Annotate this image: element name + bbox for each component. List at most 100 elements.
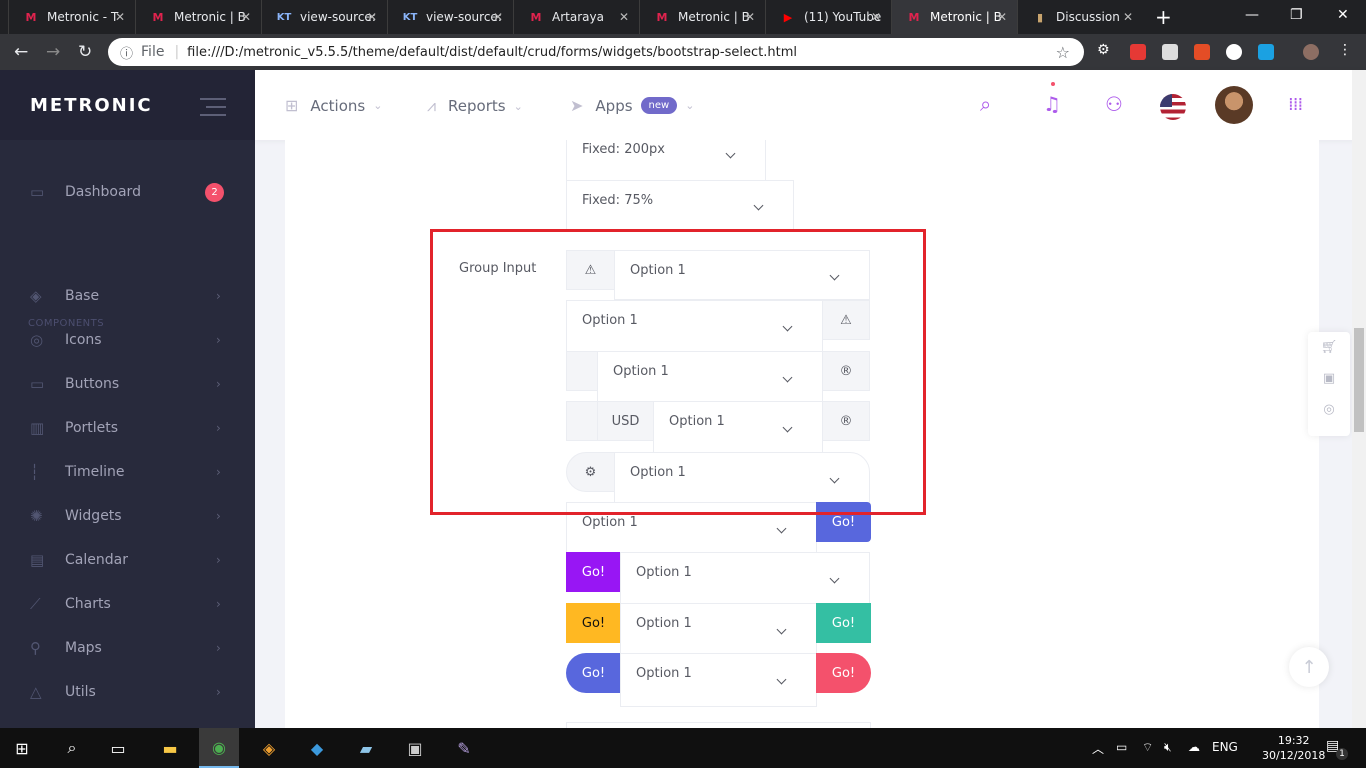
battery-icon[interactable]: ▭ (1116, 740, 1127, 754)
browser-tab[interactable]: KT view-source: ✕ (387, 0, 513, 34)
mute-icon[interactable]: 🔇︎ (1164, 740, 1172, 755)
wifi-icon[interactable]: ⌔ (1142, 740, 1153, 755)
select-fixed-75[interactable]: Fixed: 75% (566, 180, 794, 230)
back-icon[interactable]: ← (14, 42, 28, 62)
puzzle-extension-icon[interactable] (1226, 44, 1242, 60)
close-icon[interactable]: ✕ (115, 10, 125, 24)
mail-extension-icon[interactable] (1162, 44, 1178, 60)
html5-extension-icon[interactable] (1194, 44, 1210, 60)
share-nodes-icon[interactable]: ⚇ (1105, 92, 1123, 116)
lifebuoy-icon[interactable]: ◎ (1308, 394, 1350, 425)
sidebar-item-base[interactable]: ◈ Base › (0, 274, 255, 318)
metronic-icon: M (530, 10, 542, 24)
sidebar-item-buttons[interactable]: ▭ Buttons › (0, 362, 255, 406)
sidebar-toggle-icon[interactable] (200, 98, 226, 122)
language-indicator[interactable]: ENG (1212, 740, 1238, 754)
restore-icon[interactable]: ❐ (1290, 7, 1303, 23)
go-button[interactable]: Go! (566, 653, 621, 693)
chevron-up-icon[interactable]: ︿ (1092, 740, 1104, 757)
go-button[interactable]: Go! (816, 653, 871, 693)
terminal-icon[interactable]: ▣ (395, 728, 435, 768)
sidebar-item-portlets[interactable]: ▥ Portlets › (0, 406, 255, 450)
us-flag-icon[interactable] (1160, 94, 1186, 120)
onedrive-icon[interactable]: ☁ (1188, 740, 1200, 754)
file-explorer-icon[interactable]: ▬ (150, 728, 190, 768)
reload-icon[interactable]: ↻ (78, 42, 92, 62)
info-icon[interactable]: ⓘ (120, 43, 133, 62)
close-icon[interactable]: ✕ (745, 10, 755, 24)
browser-tab-active[interactable]: M Metronic | B ✕ (891, 0, 1017, 34)
sidebar-item-dashboard[interactable]: ▭ Dashboard 2 (0, 170, 255, 214)
apps-grid-icon[interactable]: ⁞⁞⁞ (1288, 94, 1303, 115)
address-bar[interactable]: ⓘ File | file:///D:/metronic_v5.5.5/them… (108, 38, 1084, 66)
notification-count: 1 (1336, 748, 1348, 760)
chrome-icon[interactable]: ◉ (199, 728, 239, 768)
go-button[interactable]: Go! (566, 603, 621, 643)
browser-tab[interactable]: M Metronic | B ✕ (639, 0, 765, 34)
new-tab-icon[interactable]: + (1155, 5, 1172, 29)
sidebar-item-icons[interactable]: ◎ Icons › (0, 318, 255, 362)
select-group-8[interactable]: Option 1 (620, 603, 817, 657)
video-extension-icon[interactable] (1130, 44, 1146, 60)
go-button[interactable]: Go! (566, 552, 621, 592)
chevron-right-icon: › (216, 377, 221, 391)
cart-icon[interactable]: 🛒︎ (1308, 332, 1350, 363)
chevron-right-icon: › (216, 553, 221, 567)
close-icon[interactable]: ✕ (997, 10, 1007, 24)
select-group-7[interactable]: Option 1 (620, 552, 870, 606)
brave-icon[interactable]: ◈ (249, 728, 289, 768)
bookmark-star-icon[interactable]: ☆ (1056, 43, 1070, 62)
icons-icon: ◎ (30, 331, 44, 349)
browser-tab[interactable]: ▶ (11) YouTube ✕ (765, 0, 891, 34)
warning-icon: △ (30, 683, 42, 701)
editor-icon[interactable]: ▰ (346, 728, 386, 768)
sidebar-item-timeline[interactable]: ┆ Timeline › (0, 450, 255, 494)
scrollbar-thumb[interactable] (1354, 328, 1364, 432)
close-icon[interactable]: ✕ (367, 10, 377, 24)
browser-tab[interactable]: M Metronic | B ✕ (135, 0, 261, 34)
dashboard-icon: ▭ (30, 183, 45, 201)
close-icon[interactable]: ✕ (241, 10, 251, 24)
search-icon[interactable]: ⌕ (52, 728, 92, 768)
sidebar-item-calendar[interactable]: ▤ Calendar › (0, 538, 255, 582)
paint-icon[interactable]: ✎ (444, 728, 484, 768)
header-menu-reports[interactable]: ⩘ Reports ⌄ (427, 96, 523, 116)
browser-tab[interactable]: ▮ Discussion ✕ (1017, 0, 1143, 34)
browser-tab[interactable]: KT view-source: ✕ (261, 0, 387, 34)
user-avatar[interactable] (1215, 86, 1253, 124)
task-view-icon[interactable]: ▭ (98, 728, 138, 768)
vscode-icon[interactable]: ◆ (297, 728, 337, 768)
header-menu-apps[interactable]: ➤ Apps new ⌄ (570, 96, 694, 115)
window-close-icon[interactable]: ✕ (1337, 7, 1349, 23)
map-pin-icon: ⚲ (30, 639, 41, 657)
browser-tab[interactable]: M Artaraya ✕ (513, 0, 639, 34)
code-icon[interactable]: ▣ (1308, 363, 1350, 394)
windows-start-icon[interactable]: ⊞ (2, 728, 42, 768)
select-group-9[interactable]: Option 1 (620, 653, 817, 707)
settings-extension-icon[interactable]: ⚙ (1097, 42, 1113, 58)
close-icon[interactable]: ✕ (871, 10, 881, 24)
profile-avatar-icon[interactable] (1303, 44, 1319, 60)
brand-logo[interactable]: METRONIC (30, 95, 153, 116)
search-icon[interactable]: ⌕ (980, 92, 991, 116)
close-icon[interactable]: ✕ (493, 10, 503, 24)
notification-bell-icon[interactable]: ♫ (1043, 92, 1061, 116)
screenshot-extension-icon[interactable] (1258, 44, 1274, 60)
scroll-top-button[interactable]: ↑ (1289, 647, 1329, 687)
clock[interactable]: 19:32 30/12/2018 (1262, 733, 1325, 763)
sidebar-item-maps[interactable]: ⚲ Maps › (0, 626, 255, 670)
go-button[interactable]: Go! (816, 603, 871, 643)
close-icon[interactable]: ✕ (619, 10, 629, 24)
browser-tab[interactable]: M Metronic - T ✕ (8, 0, 135, 34)
sidebar-item-utils[interactable]: △ Utils › (0, 670, 255, 714)
header-menu-actions[interactable]: ⊞ Actions ⌄ (285, 96, 382, 115)
close-icon[interactable]: ✕ (1123, 10, 1133, 24)
sidebar: METRONIC ▭ Dashboard 2 COMPONENTS ◈ Base ›… (0, 70, 255, 728)
menu-kebab-icon[interactable]: ⋮ (1338, 42, 1354, 58)
sidebar-item-charts[interactable]: ⟋ Charts › (0, 582, 255, 626)
forward-icon[interactable]: → (46, 42, 60, 62)
page-scrollbar[interactable] (1352, 70, 1366, 728)
url-text: file:///D:/metronic_v5.5.5/theme/default… (187, 44, 797, 60)
sidebar-item-widgets[interactable]: ✺ Widgets › (0, 494, 255, 538)
minimize-icon[interactable]: — (1245, 7, 1259, 23)
